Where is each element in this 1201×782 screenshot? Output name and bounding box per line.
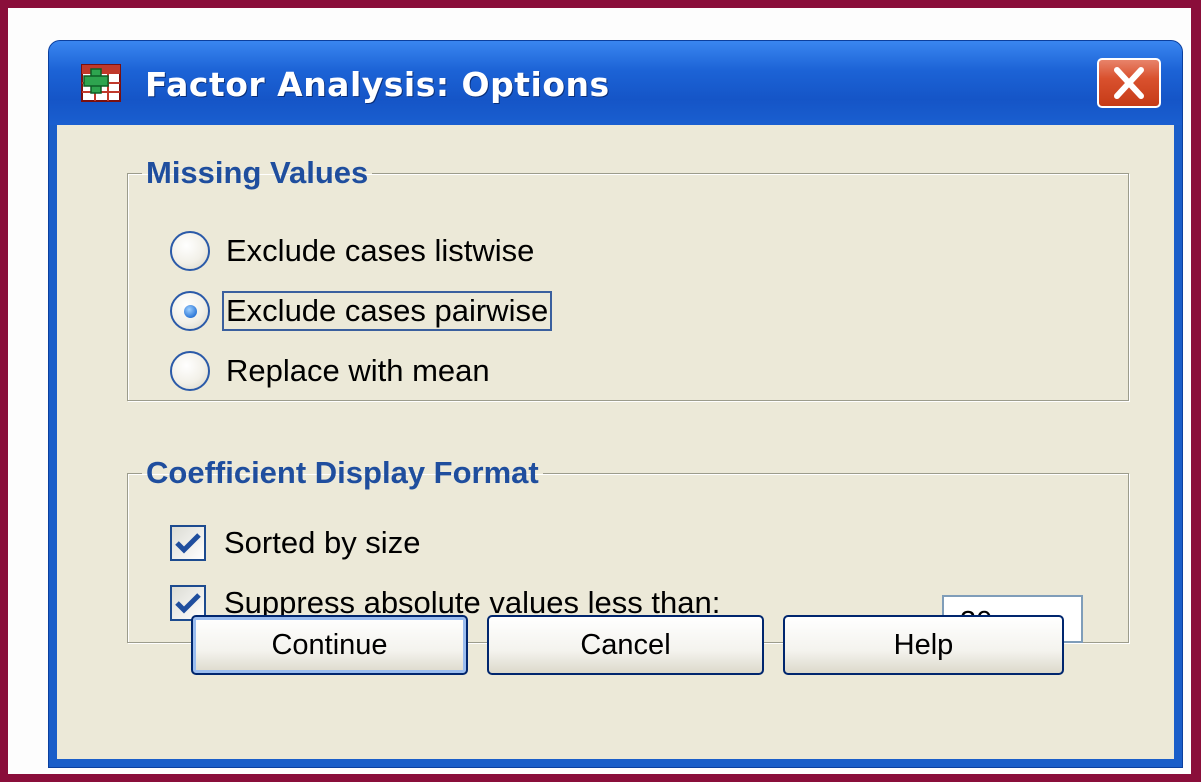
checkmark-icon xyxy=(175,593,201,614)
dialog-window: Factor Analysis: Options Missing Values … xyxy=(48,40,1183,768)
coefficient-display-legend: Coefficient Display Format xyxy=(146,455,539,490)
help-button[interactable]: Help xyxy=(783,615,1064,675)
radio-label: Exclude cases listwise xyxy=(226,233,535,268)
title-bar[interactable]: Factor Analysis: Options xyxy=(49,41,1182,125)
radio-exclude-listwise[interactable]: Exclude cases listwise xyxy=(170,231,534,271)
radio-label: Replace with mean xyxy=(226,353,490,388)
radio-button[interactable] xyxy=(170,351,210,391)
radio-button[interactable] xyxy=(170,291,210,331)
missing-values-legend: Missing Values xyxy=(146,155,369,190)
spss-table-icon xyxy=(81,64,121,102)
radio-button[interactable] xyxy=(170,231,210,271)
close-icon xyxy=(1114,67,1144,99)
checkbox-sorted-by-size[interactable]: Sorted by size xyxy=(170,523,420,563)
outer-frame: Factor Analysis: Options Missing Values … xyxy=(0,0,1201,782)
window-title: Factor Analysis: Options xyxy=(145,65,610,104)
cancel-button[interactable]: Cancel xyxy=(487,615,764,675)
radio-label: Exclude cases pairwise xyxy=(222,291,553,331)
radio-exclude-pairwise[interactable]: Exclude cases pairwise xyxy=(170,291,553,331)
checkmark-icon xyxy=(175,533,201,554)
radio-replace-with-mean[interactable]: Replace with mean xyxy=(170,351,490,391)
checkbox[interactable] xyxy=(170,525,206,561)
radio-selected-dot xyxy=(183,304,197,318)
close-button[interactable] xyxy=(1097,58,1161,108)
checkbox-label: Sorted by size xyxy=(224,525,421,560)
continue-button[interactable]: Continue xyxy=(191,615,468,675)
